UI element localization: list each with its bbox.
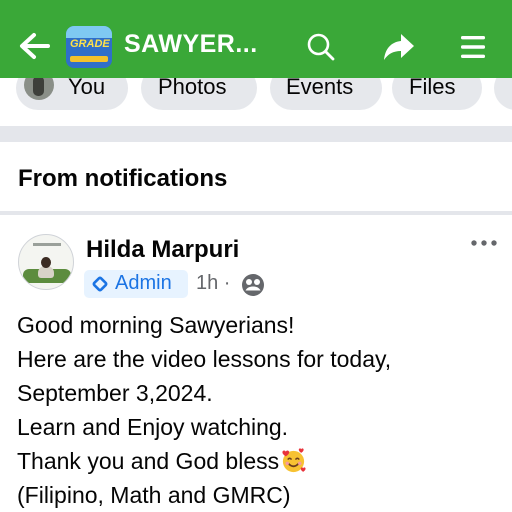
post-more-options-button[interactable] — [464, 230, 504, 256]
section-separator — [0, 126, 512, 142]
post-author-avatar[interactable] — [18, 234, 74, 290]
back-arrow-icon — [20, 33, 50, 59]
admin-diamond-icon — [92, 276, 108, 292]
admin-badge: Admin — [84, 270, 188, 298]
group-avatar-ribbon — [70, 56, 108, 62]
tab-events[interactable]: Events — [270, 78, 382, 110]
post-line: September 3,2024. — [17, 380, 213, 406]
group-avatar[interactable]: GRADE — [66, 26, 112, 68]
post-body: Good morning Sawyerians! Here are the vi… — [17, 308, 497, 512]
app-header: GRADE SAWYER... — [0, 10, 512, 78]
post-timestamp[interactable]: 1h · — [196, 272, 230, 295]
group-avatar-band — [66, 26, 112, 38]
group-title[interactable]: SAWYER... — [124, 30, 258, 59]
tab-more[interactable] — [494, 78, 512, 110]
tab-you-label: You — [68, 78, 106, 99]
tab-you[interactable]: You — [16, 78, 128, 110]
menu-button[interactable] — [450, 24, 496, 70]
tab-files[interactable]: Files — [392, 78, 482, 110]
tab-photos[interactable]: Photos — [141, 78, 257, 110]
post-line-text: Thank you and God bless — [17, 448, 280, 474]
section-title: From notifications — [18, 165, 228, 192]
status-bar — [0, 0, 512, 10]
post-line: Good morning Sawyerians! — [17, 312, 295, 338]
post-line: Learn and Enjoy watching. — [17, 414, 289, 440]
avatar-figure-head — [41, 257, 51, 268]
share-icon — [384, 34, 414, 60]
tab-photos-label: Photos — [158, 78, 227, 99]
share-button[interactable] — [376, 24, 422, 70]
search-icon — [307, 33, 335, 61]
admin-badge-label: Admin — [115, 272, 172, 294]
post-author-name[interactable]: Hilda Marpuri — [86, 236, 239, 264]
group-avatar-text: GRADE — [70, 38, 110, 50]
back-button[interactable] — [12, 24, 56, 68]
menu-icon — [461, 36, 485, 58]
globe-icon — [242, 274, 264, 296]
tab-events-label: Events — [286, 78, 354, 99]
avatar — [24, 78, 54, 100]
post-line: (Filipino, Math and GMRC) — [17, 482, 291, 508]
post-line-with-emoji: Thank you and God bless — [17, 444, 497, 478]
search-button[interactable] — [298, 24, 344, 70]
divider — [0, 211, 512, 215]
post-line: Here are the video lessons for today, — [17, 346, 392, 372]
smiling-face-with-hearts-icon — [282, 448, 306, 473]
avatar-caption-line — [33, 243, 61, 246]
group-tabs: You Photos Events Files — [0, 78, 512, 112]
more-options-icon — [471, 240, 497, 246]
tab-files-label: Files — [409, 78, 456, 99]
